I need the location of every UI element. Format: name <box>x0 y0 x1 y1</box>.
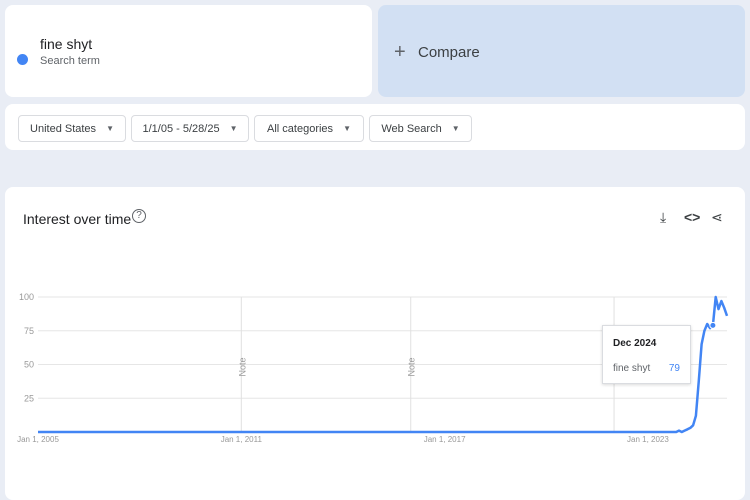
chart-tooltip: Dec 2024 fine shyt 79 <box>602 325 691 384</box>
y-tick-label: 50 <box>24 360 34 370</box>
tooltip-term: fine shyt <box>613 363 651 374</box>
y-tick-label: 75 <box>24 326 34 336</box>
tooltip-value: 79 <box>668 363 680 374</box>
note-label: Note <box>237 357 247 376</box>
x-tick-label: Jan 1, 2005 <box>17 435 59 444</box>
note-label: Note <box>407 357 417 376</box>
highlight-point <box>709 321 717 329</box>
x-tick-label: Jan 1, 2017 <box>424 435 466 444</box>
x-tick-label: Jan 1, 2011 <box>221 435 263 444</box>
line-chart: 25 50 75 100 Note Note Jan 1, 2005 Jan 1, 2011 J… <box>17 292 729 444</box>
y-tick-label: 100 <box>19 292 34 302</box>
tooltip-date: Dec 2024 <box>613 338 657 349</box>
y-tick-label: 25 <box>24 393 34 403</box>
x-tick-label: Jan 1, 2023 <box>627 435 669 444</box>
